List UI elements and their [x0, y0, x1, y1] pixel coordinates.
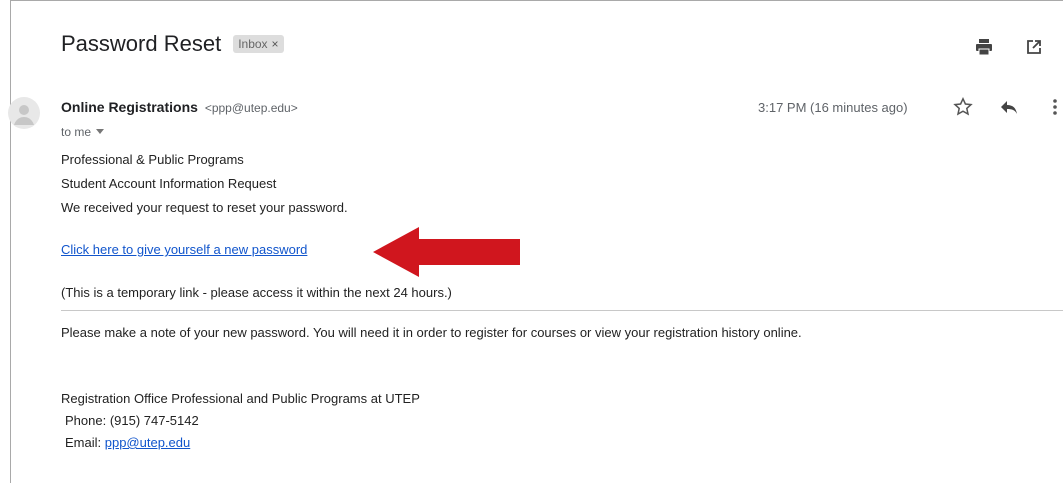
remove-label-button[interactable]: ×: [272, 37, 279, 51]
signature-email-label: Email:: [65, 435, 105, 450]
annotation-arrow-icon: [373, 227, 520, 277]
thread-actions: [972, 35, 1046, 59]
body-divider: [61, 310, 1063, 311]
reset-password-link-container: Click here to give yourself a new passwo…: [61, 242, 307, 257]
sender-name[interactable]: Online Registrations: [61, 99, 198, 115]
caret-down-icon[interactable]: [96, 129, 105, 135]
recipient-details[interactable]: to me: [61, 125, 105, 139]
inbox-label-text: Inbox: [238, 37, 268, 51]
email-timestamp: 3:17 PM (16 minutes ago): [758, 100, 908, 115]
person-icon: [14, 105, 34, 125]
signature-phone: Phone: (915) 747-5142: [65, 413, 199, 428]
sender-avatar: [8, 97, 40, 129]
body-line-request: Student Account Information Request: [61, 176, 277, 191]
signature-email-line: Email: ppp@utep.edu: [65, 435, 190, 450]
signature-email-link[interactable]: ppp@utep.edu: [105, 435, 191, 450]
body-line-program: Professional & Public Programs: [61, 152, 244, 167]
print-icon[interactable]: [972, 35, 996, 59]
temporary-link-note: (This is a temporary link - please acces…: [61, 285, 452, 300]
sender-email: <ppp@utep.edu>: [204, 101, 298, 115]
message-actions: [951, 95, 1063, 119]
reset-password-link[interactable]: Click here to give yourself a new passwo…: [61, 242, 307, 257]
email-subject: Password Reset: [61, 31, 222, 56]
email-view: Password Reset Inbox × Online Registrati…: [8, 0, 1063, 483]
inbox-label-chip[interactable]: Inbox ×: [233, 35, 284, 53]
star-icon[interactable]: [951, 95, 975, 119]
password-note: Please make a note of your new password.…: [61, 325, 802, 340]
sender-line: Online Registrations <ppp@utep.edu>: [61, 99, 298, 115]
more-vert-icon[interactable]: [1043, 95, 1063, 119]
subject-row: Password Reset Inbox ×: [61, 31, 284, 57]
open-in-new-icon[interactable]: [1022, 35, 1046, 59]
reply-icon[interactable]: [997, 95, 1021, 119]
signature-office: Registration Office Professional and Pub…: [61, 391, 420, 406]
recipient-text: to me: [61, 125, 92, 139]
body-line-received: We received your request to reset your p…: [61, 200, 348, 215]
